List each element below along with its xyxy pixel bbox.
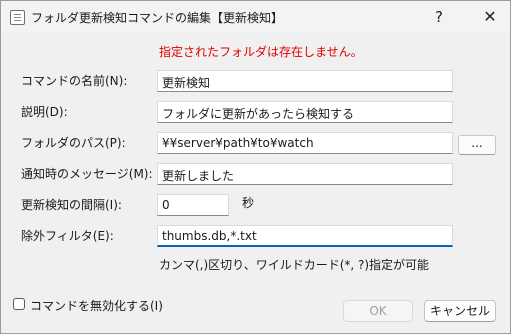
description-input[interactable]: フォルダに更新があったら検知する — [157, 101, 453, 123]
title-bar: フォルダ更新検知コマンドの編集【更新検知】 ? ✕ — [1, 1, 510, 33]
close-button[interactable]: ✕ — [476, 5, 504, 29]
exclude-filter-hint: カンマ(,)区切り、ワイルドカード(*, ?)指定が可能 — [159, 258, 430, 272]
interval-input[interactable]: 0 — [157, 194, 229, 216]
description-label: 説明(D): — [21, 105, 68, 119]
exclude-filter-input[interactable]: thumbs.db,*.txt — [157, 225, 453, 247]
notify-message-input[interactable]: 更新しました — [157, 163, 453, 185]
folder-path-label: フォルダのパス(P): — [21, 136, 126, 150]
window-title: フォルダ更新検知コマンドの編集【更新検知】 — [31, 11, 284, 25]
edit-command-dialog: フォルダ更新検知コマンドの編集【更新検知】 ? ✕ 指定されたフォルダは存在しま… — [0, 0, 511, 334]
command-name-input[interactable]: 更新検知 — [157, 70, 453, 92]
command-name-label: コマンドの名前(N): — [21, 74, 128, 88]
ok-button[interactable]: OK — [343, 300, 413, 322]
window-icon — [10, 10, 25, 25]
interval-label: 更新検知の間隔(I): — [21, 198, 122, 212]
folder-path-input[interactable]: ¥¥server¥path¥to¥watch — [157, 132, 453, 154]
disable-command-label[interactable]: コマンドを無効化する(I) — [30, 297, 163, 314]
notify-message-label: 通知時のメッセージ(M): — [21, 167, 153, 181]
error-message: 指定されたフォルダは存在しません。 — [159, 45, 363, 59]
cancel-button[interactable]: キャンセル — [424, 300, 496, 322]
help-button[interactable]: ? — [425, 5, 453, 29]
disable-command-checkbox[interactable] — [13, 298, 25, 310]
browse-button[interactable]: ... — [458, 135, 496, 155]
interval-unit: 秒 — [242, 196, 255, 210]
exclude-filter-label: 除外フィルタ(E): — [21, 229, 114, 243]
